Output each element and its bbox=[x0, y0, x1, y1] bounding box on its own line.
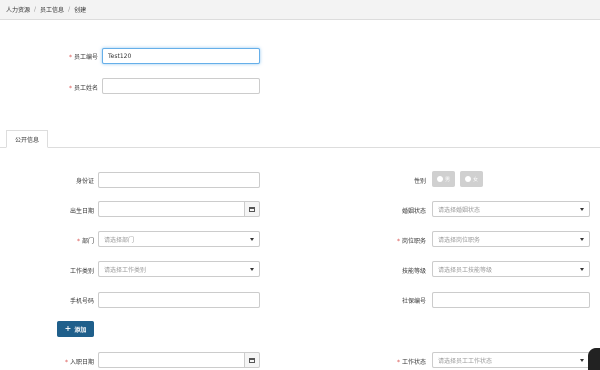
marital-label: 婚姻状态 bbox=[401, 208, 426, 215]
chevron-down-icon bbox=[580, 267, 584, 271]
tab-divider bbox=[0, 147, 600, 148]
hire-date-label: * 入职日期 bbox=[64, 359, 94, 366]
department-select[interactable]: 请选择部门 bbox=[98, 231, 260, 247]
tab-public-info[interactable]: 公开信息 bbox=[6, 130, 49, 148]
tech-level-label: 技能等级 bbox=[401, 268, 426, 275]
id-card-label: 身份证 bbox=[75, 178, 94, 185]
radio-icon bbox=[464, 176, 471, 182]
window-corner bbox=[588, 348, 600, 370]
birth-date-label: 出生日期 bbox=[69, 208, 94, 215]
chevron-down-icon bbox=[580, 237, 584, 241]
hire-date-input[interactable] bbox=[98, 352, 244, 368]
employee-name-label: * 员工姓名 bbox=[68, 85, 98, 92]
work-type-label: 工作类别 bbox=[69, 268, 94, 275]
employee-name-input[interactable] bbox=[102, 78, 260, 94]
chevron-down-icon bbox=[250, 267, 254, 271]
plus-icon: + bbox=[64, 324, 72, 333]
radio-icon bbox=[436, 176, 443, 182]
breadcrumb-hr[interactable]: 人力资源 bbox=[6, 5, 30, 14]
position-label: * 岗位职务 bbox=[396, 238, 426, 245]
breadcrumb-separator: / bbox=[34, 6, 37, 13]
social-security-label: 社保编号 bbox=[401, 298, 426, 305]
chevron-down-icon bbox=[580, 207, 584, 211]
work-status-label: * 工作状态 bbox=[396, 359, 426, 366]
chevron-down-icon bbox=[250, 237, 254, 241]
department-label: * 部门 bbox=[76, 238, 94, 245]
marital-select[interactable]: 请选择婚姻状态 bbox=[432, 201, 590, 217]
phone-input[interactable] bbox=[98, 292, 260, 308]
marital-placeholder: 请选择婚姻状态 bbox=[438, 206, 481, 214]
work-type-select[interactable]: 请选择工作类别 bbox=[98, 261, 260, 277]
birth-date-input[interactable] bbox=[98, 201, 244, 217]
employee-id-input[interactable]: Test120 bbox=[102, 48, 260, 64]
hire-date-calendar-button[interactable] bbox=[244, 352, 260, 368]
department-placeholder: 请选择部门 bbox=[104, 236, 135, 244]
hire-date-picker bbox=[98, 352, 260, 368]
breadcrumb-create: 创建 bbox=[74, 7, 87, 14]
birth-date-calendar-button[interactable] bbox=[244, 201, 260, 217]
birth-date-picker bbox=[98, 201, 260, 217]
tech-level-select[interactable]: 请选择员工技能等级 bbox=[432, 261, 590, 277]
position-select[interactable]: 请选择岗位职务 bbox=[432, 231, 590, 247]
id-card-input[interactable] bbox=[98, 172, 260, 188]
chevron-down-icon bbox=[580, 358, 584, 362]
work-status-select[interactable]: 请选择员工工作状态 bbox=[432, 352, 590, 368]
tech-level-placeholder: 请选择员工技能等级 bbox=[438, 266, 493, 274]
gender-female-button[interactable]: 女 bbox=[460, 171, 483, 187]
add-button[interactable]: + 添加 bbox=[57, 321, 94, 337]
breadcrumb-employee-info[interactable]: 员工信息 bbox=[40, 5, 64, 14]
work-status-placeholder: 请选择员工工作状态 bbox=[438, 357, 493, 365]
breadcrumb: 人力资源 / 员工信息 / 创建 bbox=[0, 0, 600, 20]
gender-male-button[interactable]: 男 bbox=[432, 171, 455, 187]
work-type-placeholder: 请选择工作类别 bbox=[104, 266, 147, 274]
calendar-icon bbox=[249, 206, 255, 212]
social-security-input[interactable] bbox=[432, 292, 590, 308]
phone-label: 手机号码 bbox=[69, 298, 94, 305]
position-placeholder: 请选择岗位职务 bbox=[438, 236, 481, 244]
gender-label: 性别 bbox=[413, 178, 426, 185]
breadcrumb-separator: / bbox=[68, 6, 71, 13]
calendar-icon bbox=[249, 357, 255, 363]
employee-id-label: * 员工编号 bbox=[68, 54, 98, 61]
